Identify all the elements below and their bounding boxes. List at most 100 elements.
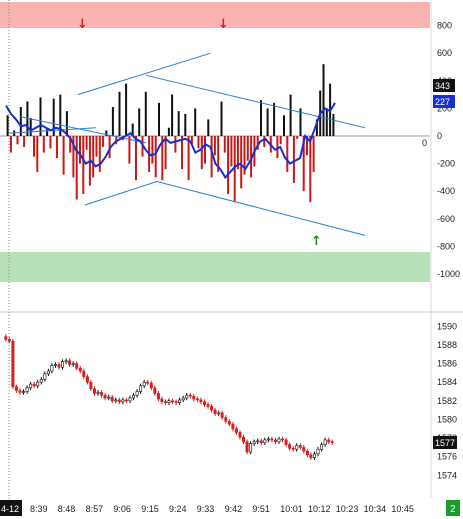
oscillator-bar bbox=[125, 83, 128, 136]
candle-body bbox=[238, 432, 242, 438]
oscillator-bar bbox=[263, 136, 266, 147]
oscillator-bar bbox=[279, 136, 282, 145]
oscillator-bar bbox=[95, 136, 98, 157]
osc-last-tag-label: 343 bbox=[435, 81, 450, 91]
osc-tick-label: 0 bbox=[437, 131, 442, 141]
candle-body bbox=[298, 445, 302, 448]
trend-channel-line bbox=[156, 181, 366, 236]
candle-body bbox=[18, 390, 22, 393]
candle-body bbox=[110, 396, 114, 402]
oversold-zone bbox=[0, 252, 430, 282]
price-tick-label: 1574 bbox=[437, 470, 457, 480]
candle-body bbox=[273, 439, 277, 443]
candle-body bbox=[280, 438, 284, 441]
oscillator-bar bbox=[296, 136, 299, 139]
price-last-tag-label: 1577 bbox=[435, 438, 455, 448]
osc-tick-label: -1000 bbox=[437, 269, 460, 279]
price-axis: 159015881586158415821580157815761574 bbox=[437, 321, 457, 480]
buy-arrow-marker: ↑ bbox=[311, 234, 322, 249]
osc-tick-label: -800 bbox=[437, 241, 455, 251]
candle-body bbox=[132, 394, 136, 399]
candle-body bbox=[210, 406, 214, 411]
candle-body bbox=[167, 400, 171, 403]
candle-body bbox=[71, 363, 75, 365]
candle-body bbox=[25, 387, 29, 392]
time-tick-label: 10:34 bbox=[364, 504, 387, 514]
osc-tick-label: 600 bbox=[437, 48, 452, 58]
time-tick-label: 9:42 bbox=[225, 504, 243, 514]
candle-body bbox=[270, 438, 274, 441]
candle-body bbox=[46, 370, 50, 375]
sell-arrow-marker: ↓ bbox=[218, 17, 229, 32]
candle-body bbox=[227, 420, 231, 425]
candle-body bbox=[217, 412, 221, 415]
oscillator-bar bbox=[158, 102, 160, 136]
oscillator-bar bbox=[230, 136, 233, 167]
oscillator-bar bbox=[207, 119, 210, 136]
candle-body bbox=[93, 388, 97, 394]
osc-last-tag: 343 bbox=[433, 79, 455, 92]
time-axis-badge-label[interactable]: 2 bbox=[450, 504, 456, 515]
zero-label: 0 bbox=[422, 138, 427, 148]
oscillator-bar bbox=[144, 91, 147, 136]
trend-channel-line bbox=[77, 52, 211, 96]
time-tick-label: 10:23 bbox=[336, 504, 359, 514]
price-tick-label: 1584 bbox=[437, 377, 457, 387]
candle-body bbox=[60, 361, 64, 368]
candle-body bbox=[36, 381, 40, 387]
candle-body bbox=[323, 439, 327, 445]
chart-stage: 0 8006004002000-200-400-600-800-1000 ↓↓↑… bbox=[0, 0, 463, 516]
osc-tick-label: 800 bbox=[437, 21, 452, 31]
price-last-tag: 1577 bbox=[433, 436, 457, 449]
time-tick-label: 9:33 bbox=[197, 504, 215, 514]
candle-body bbox=[82, 370, 86, 377]
candle-body bbox=[312, 453, 316, 458]
oscillator-bar bbox=[286, 136, 289, 172]
candle-body bbox=[234, 428, 238, 433]
candle-body bbox=[327, 439, 331, 443]
time-tick-label: 9:15 bbox=[141, 504, 159, 514]
candle-body bbox=[103, 394, 107, 399]
candle-body bbox=[178, 399, 182, 403]
oscillator-bar bbox=[82, 136, 85, 194]
oscillator-bar bbox=[85, 136, 88, 150]
price-candles bbox=[4, 334, 334, 460]
candle-body bbox=[213, 409, 217, 415]
oscillator-bar bbox=[312, 136, 315, 172]
candle-body bbox=[11, 340, 15, 388]
oscillator-bar bbox=[92, 136, 95, 178]
candle-body bbox=[263, 439, 267, 443]
oscillator-bar bbox=[292, 136, 295, 183]
candle-body bbox=[316, 448, 320, 455]
oscillator-bar bbox=[56, 136, 58, 159]
oscillator-bar bbox=[79, 136, 81, 164]
oscillator-bar bbox=[266, 108, 269, 136]
oscillator-bar bbox=[220, 101, 223, 136]
oscillator-bar bbox=[227, 136, 230, 194]
oscillator-bar bbox=[42, 136, 45, 153]
candle-body bbox=[245, 441, 249, 453]
oscillator-bar bbox=[171, 94, 174, 136]
candle-body bbox=[100, 392, 104, 396]
oscillator-bar bbox=[325, 108, 328, 136]
candle-body bbox=[57, 364, 61, 368]
oscillator-bar bbox=[49, 136, 52, 149]
candle-body bbox=[174, 401, 178, 404]
oscillator-bar bbox=[39, 97, 42, 136]
candle-body bbox=[220, 412, 224, 418]
oscillator-bar bbox=[204, 136, 206, 164]
time-tick-label: 8:48 bbox=[58, 504, 76, 514]
candle-body bbox=[156, 393, 160, 400]
candle-body bbox=[64, 360, 68, 363]
candle-body bbox=[185, 394, 189, 399]
candle-body bbox=[153, 387, 157, 394]
oscillator-bar bbox=[9, 136, 12, 153]
candle-body bbox=[50, 365, 54, 372]
candle-body bbox=[7, 339, 11, 342]
candle-body bbox=[121, 399, 125, 403]
oscillator-bar bbox=[213, 136, 216, 156]
candle-body bbox=[4, 336, 8, 340]
oscillator-bar bbox=[75, 136, 78, 200]
candle-body bbox=[164, 401, 168, 404]
candle-body bbox=[309, 454, 313, 458]
